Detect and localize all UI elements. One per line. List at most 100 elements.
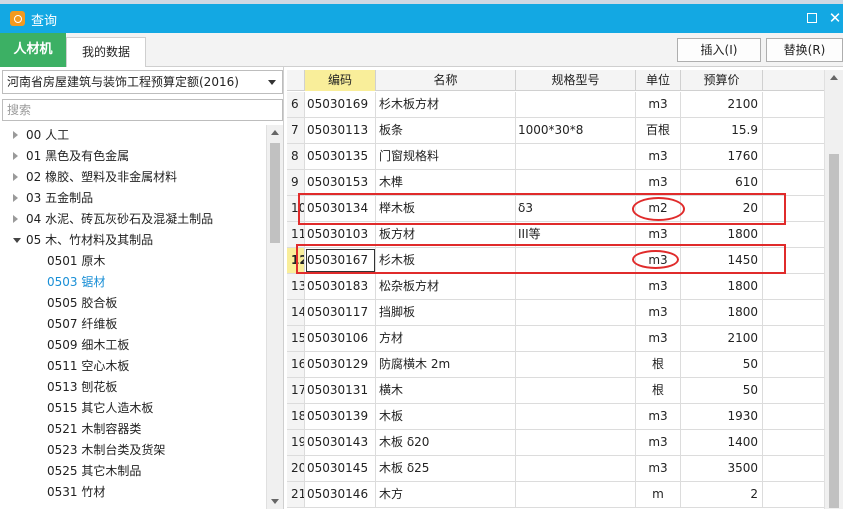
cell-code[interactable]: 05030139 [305, 404, 376, 429]
insert-button[interactable]: 插入(I) [677, 38, 761, 62]
table-row[interactable]: 17 05030131 横木 根 50 [287, 378, 824, 404]
cell-price[interactable]: 2100 [681, 92, 763, 117]
cell-name[interactable]: 杉木板方材 [376, 92, 516, 117]
tree-item[interactable]: 01 黑色及有色金属 [2, 146, 266, 167]
cell-spec[interactable] [516, 170, 636, 195]
scroll-up-icon[interactable] [271, 130, 279, 135]
cell-price[interactable]: 1800 [681, 222, 763, 247]
cell-code[interactable]: 05030167 [305, 248, 376, 273]
header-code[interactable]: 编码 [305, 70, 376, 91]
cell-price[interactable]: 50 [681, 378, 763, 403]
cell-code[interactable]: 05030183 [305, 274, 376, 299]
cell-name[interactable]: 木板 [376, 404, 516, 429]
cell-name[interactable]: 板条 [376, 118, 516, 143]
cell-spec[interactable] [516, 482, 636, 507]
cell-code[interactable]: 05030117 [305, 300, 376, 325]
cell-code[interactable]: 05030134 [305, 196, 376, 221]
cell-name[interactable]: 木榫 [376, 170, 516, 195]
cell-spec[interactable]: δ3 [516, 196, 636, 221]
cell-unit[interactable]: m3 [636, 326, 681, 351]
cell-unit[interactable]: m3 [636, 274, 681, 299]
cell-spec[interactable] [516, 378, 636, 403]
cell-unit[interactable]: m3 [636, 222, 681, 247]
table-row[interactable]: 21 05030146 木方 m 2 [287, 482, 824, 508]
table-row[interactable]: 11 05030103 板方材 III等 m3 1800 [287, 222, 824, 248]
table-row[interactable]: 7 05030113 板条 1000*30*8 百根 15.9 [287, 118, 824, 144]
quota-dropdown[interactable]: 河南省房屋建筑与装饰工程预算定额(2016) [2, 70, 283, 94]
cell-name[interactable]: 榉木板 [376, 196, 516, 221]
cell-unit[interactable]: 根 [636, 352, 681, 377]
table-row[interactable]: 20 05030145 木板 δ25 m3 3500 [287, 456, 824, 482]
cell-code[interactable]: 05030169 [305, 92, 376, 117]
cell-price[interactable]: 1760 [681, 144, 763, 169]
tree-item[interactable]: 03 五金制品 [2, 188, 266, 209]
scroll-down-icon[interactable] [271, 499, 279, 504]
collapsed-arrow-icon[interactable] [13, 173, 18, 181]
collapsed-arrow-icon[interactable] [13, 215, 18, 223]
cell-price[interactable]: 1450 [681, 248, 763, 273]
close-button[interactable]: ✕ [826, 9, 843, 27]
cell-spec[interactable] [516, 274, 636, 299]
cell-name[interactable]: 横木 [376, 378, 516, 403]
cell-price[interactable]: 2100 [681, 326, 763, 351]
tree-item[interactable]: 0515 其它人造木板 [2, 398, 266, 419]
header-unit[interactable]: 单位 [636, 70, 681, 91]
cell-unit[interactable]: m3 [636, 248, 681, 273]
tree-item[interactable]: 0507 纤维板 [2, 314, 266, 335]
cell-spec[interactable] [516, 352, 636, 377]
cell-name[interactable]: 挡脚板 [376, 300, 516, 325]
cell-code[interactable]: 05030145 [305, 456, 376, 481]
expanded-arrow-icon[interactable] [13, 238, 21, 243]
tree-item[interactable]: 0503 锯材 [2, 272, 266, 293]
cell-spec[interactable]: III等 [516, 222, 636, 247]
cell-spec[interactable] [516, 144, 636, 169]
tree-item[interactable]: 0505 胶合板 [2, 293, 266, 314]
cell-spec[interactable] [516, 404, 636, 429]
search-input[interactable]: 搜索 [2, 99, 283, 121]
table-row[interactable]: 1205030167杉木板 m31450 [287, 248, 824, 274]
tree-item[interactable]: 0523 木制台类及货架 [2, 440, 266, 461]
cell-name[interactable]: 木板 δ25 [376, 456, 516, 481]
tree-item[interactable]: 0531 竹材 [2, 482, 266, 503]
cell-unit[interactable]: m [636, 482, 681, 507]
cell-spec[interactable] [516, 326, 636, 351]
cell-code[interactable]: 05030106 [305, 326, 376, 351]
cell-spec[interactable] [516, 300, 636, 325]
table-scrollbar[interactable] [824, 70, 843, 509]
cell-spec[interactable] [516, 92, 636, 117]
collapsed-arrow-icon[interactable] [13, 152, 18, 160]
cell-code[interactable]: 05030153 [305, 170, 376, 195]
cell-price[interactable]: 20 [681, 196, 763, 221]
replace-button[interactable]: 替换(R) [766, 38, 843, 62]
cell-unit[interactable]: 百根 [636, 118, 681, 143]
cell-unit[interactable]: m3 [636, 300, 681, 325]
cell-name[interactable]: 板方材 [376, 222, 516, 247]
cell-unit[interactable]: m3 [636, 92, 681, 117]
cell-unit[interactable]: m2 [636, 196, 681, 221]
cell-code[interactable]: 05030131 [305, 378, 376, 403]
cell-code[interactable]: 05030143 [305, 430, 376, 455]
cell-name[interactable]: 木板 δ20 [376, 430, 516, 455]
cell-price[interactable]: 50 [681, 352, 763, 377]
cell-spec[interactable]: 1000*30*8 [516, 118, 636, 143]
cell-unit[interactable]: m3 [636, 456, 681, 481]
table-row[interactable]: 15 05030106 方材 m3 2100 [287, 326, 824, 352]
cell-unit[interactable]: 根 [636, 378, 681, 403]
cell-code[interactable]: 05030146 [305, 482, 376, 507]
cell-unit[interactable]: m3 [636, 144, 681, 169]
tab-materials[interactable]: 人材机 [0, 33, 66, 67]
tree-item[interactable]: 0501 原木 [2, 251, 266, 272]
header-price[interactable]: 预算价 [681, 70, 763, 91]
table-row[interactable]: 9 05030153 木榫 m3 610 [287, 170, 824, 196]
cell-spec[interactable] [516, 248, 636, 273]
cell-code[interactable]: 05030129 [305, 352, 376, 377]
cell-spec[interactable] [516, 430, 636, 455]
cell-price[interactable]: 1800 [681, 300, 763, 325]
cell-unit[interactable]: m3 [636, 170, 681, 195]
cell-price[interactable]: 1800 [681, 274, 763, 299]
cell-name[interactable]: 方材 [376, 326, 516, 351]
cell-price[interactable]: 15.9 [681, 118, 763, 143]
tree-item[interactable]: 04 水泥、砖瓦灰砂石及混凝土制品 [2, 209, 266, 230]
tree-item[interactable]: 02 橡胶、塑料及非金属材料 [2, 167, 266, 188]
cell-name[interactable]: 防腐横木 2m [376, 352, 516, 377]
